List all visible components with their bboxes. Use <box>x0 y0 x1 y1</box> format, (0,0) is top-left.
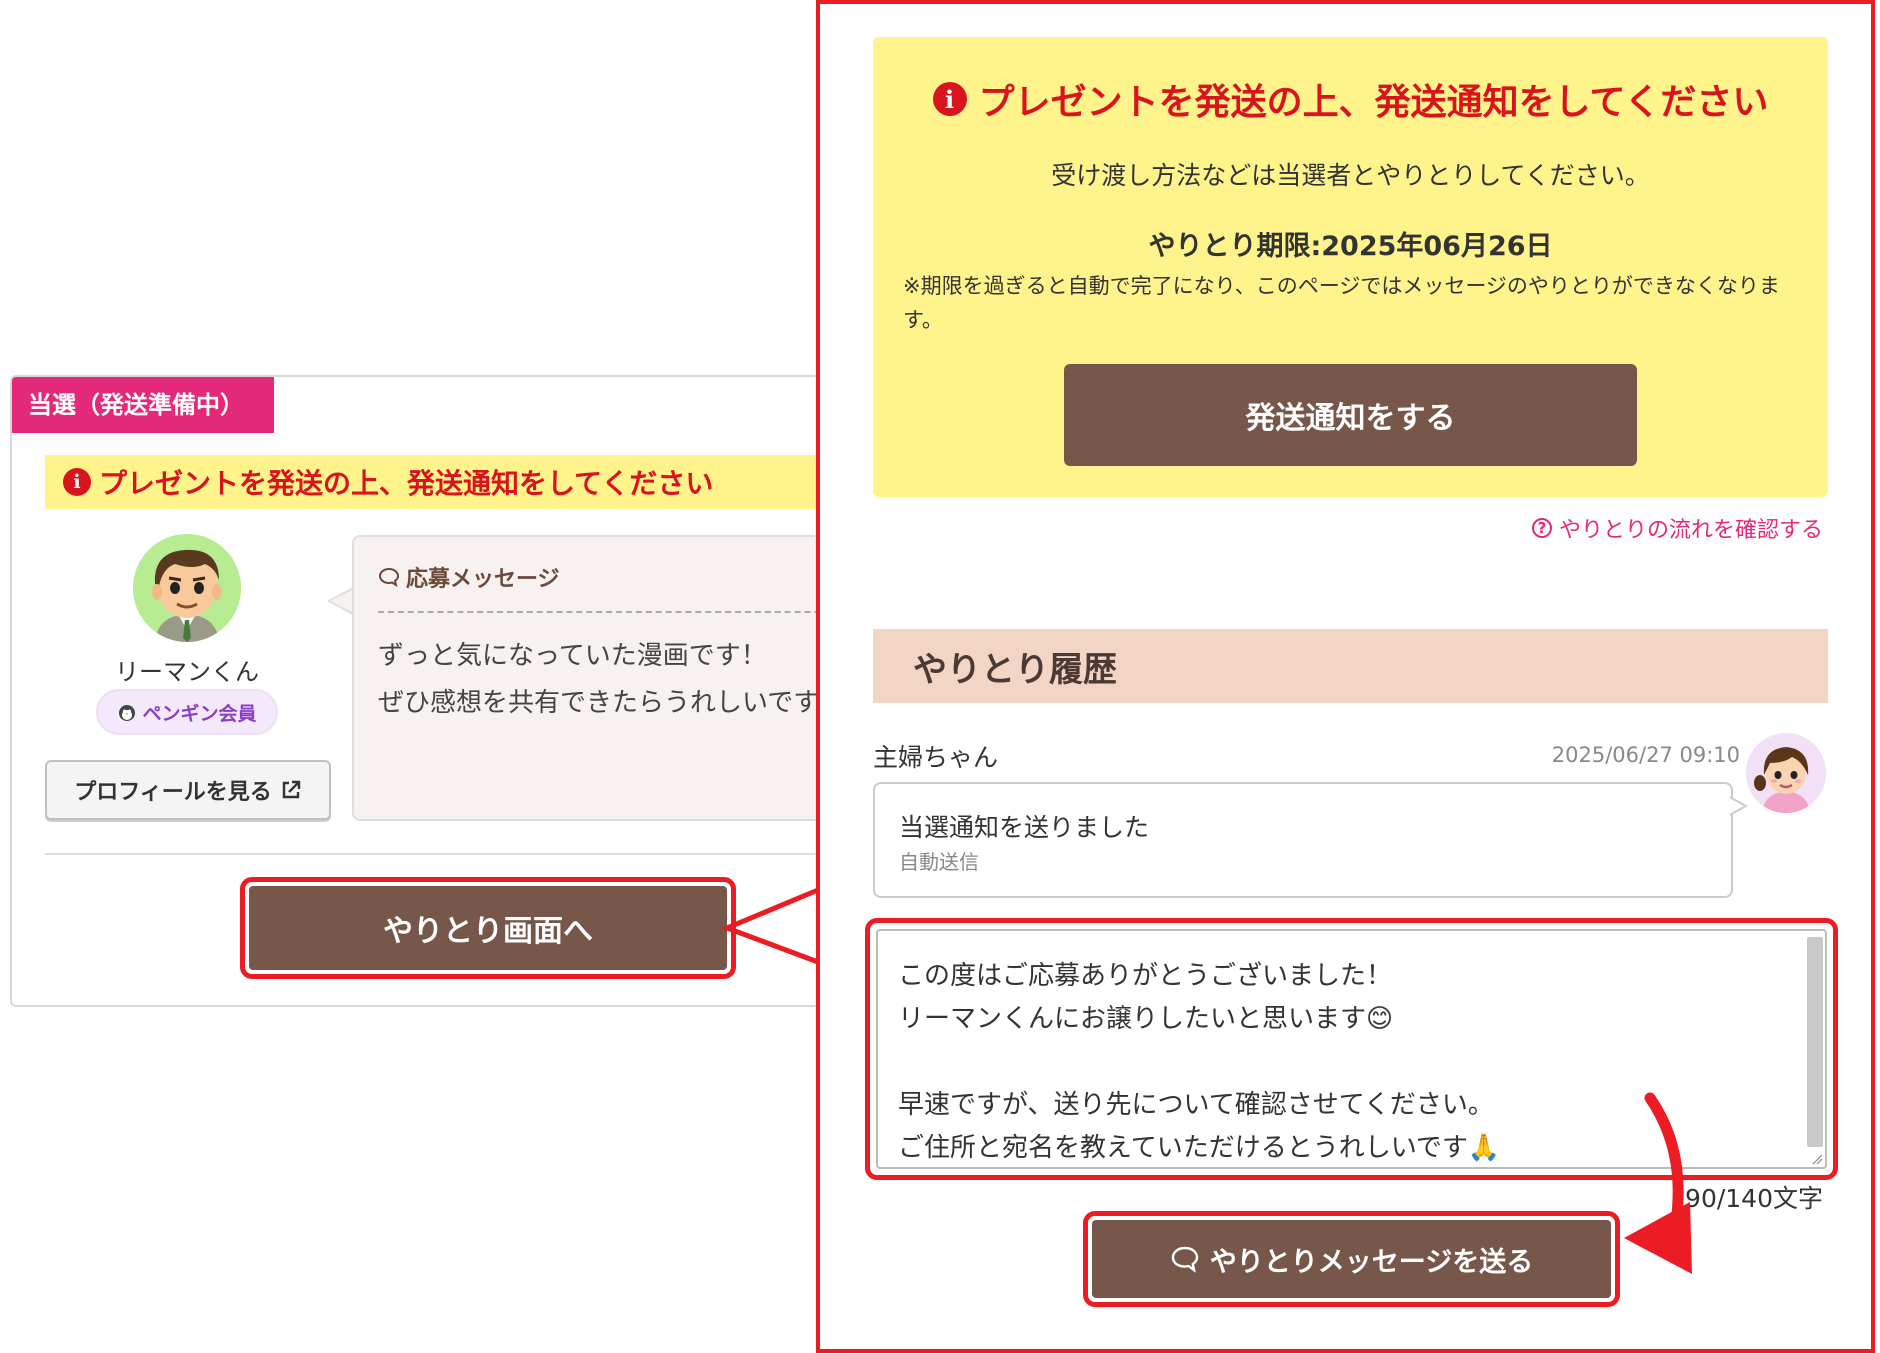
chat-detail-panel: i プレゼントを発送の上、発送通知をしてください 受け渡し方法などは当選者とやり… <box>816 0 1875 1353</box>
history-timestamp: 2025/06/27 09:10 <box>1551 743 1740 767</box>
deadline-note: ※期限を過ぎると自動で完了になり、このページではメッセージのやりとりができなくな… <box>903 274 1780 332</box>
chat-bubble-icon <box>1171 1246 1198 1273</box>
history-heading: やりとり履歴 <box>873 629 1828 703</box>
send-shipping-notice-button[interactable]: 発送通知をする <box>1064 364 1637 466</box>
notice-title-text: プレゼントを発送の上、発送通知をしてください <box>978 82 1769 123</box>
compose-line: リーマンくんにお譲りしたいと思います😊 <box>898 1004 1394 1034</box>
compose-line: ご住所と宛名を教えていただけるとうれしいです🙏 <box>898 1133 1501 1163</box>
compose-line <box>898 1041 1500 1084</box>
info-icon: i <box>932 82 967 116</box>
character-count: 90/140文字 <box>1685 1184 1823 1213</box>
history-message-text: 当選通知を送りました <box>899 813 1150 842</box>
history-bubble-tail-inner <box>1729 798 1744 814</box>
exchange-flow-label: やりとりの流れを確認する <box>1558 518 1823 543</box>
exchange-flow-link[interactable]: ? やりとりの流れを確認する <box>1531 512 1823 544</box>
compose-line: 早速ですが、送り先について確認させてください。 <box>898 1090 1494 1120</box>
sender-avatar <box>1746 733 1826 813</box>
history-message: 当選通知を送りました 自動送信 <box>873 782 1733 898</box>
textarea-scrollbar[interactable] <box>1807 937 1823 1147</box>
question-circle-icon: ? <box>1531 518 1552 538</box>
notice-subtitle: 受け渡し方法などは当選者とやりとりしてください。 <box>1051 161 1650 190</box>
message-compose-highlight: この度はご応募ありがとうございました！ リーマンくんにお譲りしたいと思います😊 … <box>865 918 1838 1180</box>
resize-grip-icon[interactable] <box>1811 1153 1823 1165</box>
send-message-label: やりとりメッセージを送る <box>1209 1246 1534 1278</box>
woman-avatar-icon <box>1746 733 1826 813</box>
history-message-subtext: 自動送信 <box>899 850 979 874</box>
compose-line: この度はご応募ありがとうございました！ <box>898 961 1393 991</box>
message-textarea[interactable]: この度はご応募ありがとうございました！ リーマンくんにお譲りしたいと思います😊 … <box>876 929 1827 1169</box>
message-textarea-content: この度はご応募ありがとうございました！ リーマンくんにお譲りしたいと思います😊 … <box>898 955 1501 1167</box>
history-sender: 主婦ちゃん <box>873 743 999 772</box>
notice-title: i プレゼントを発送の上、発送通知をしてください <box>873 73 1828 125</box>
send-message-button[interactable]: やりとりメッセージを送る <box>1083 1211 1620 1307</box>
shipping-notice: i プレゼントを発送の上、発送通知をしてください 受け渡し方法などは当選者とやり… <box>873 37 1828 497</box>
exchange-deadline: やりとり期限:2025年06月26日 <box>1148 231 1553 262</box>
